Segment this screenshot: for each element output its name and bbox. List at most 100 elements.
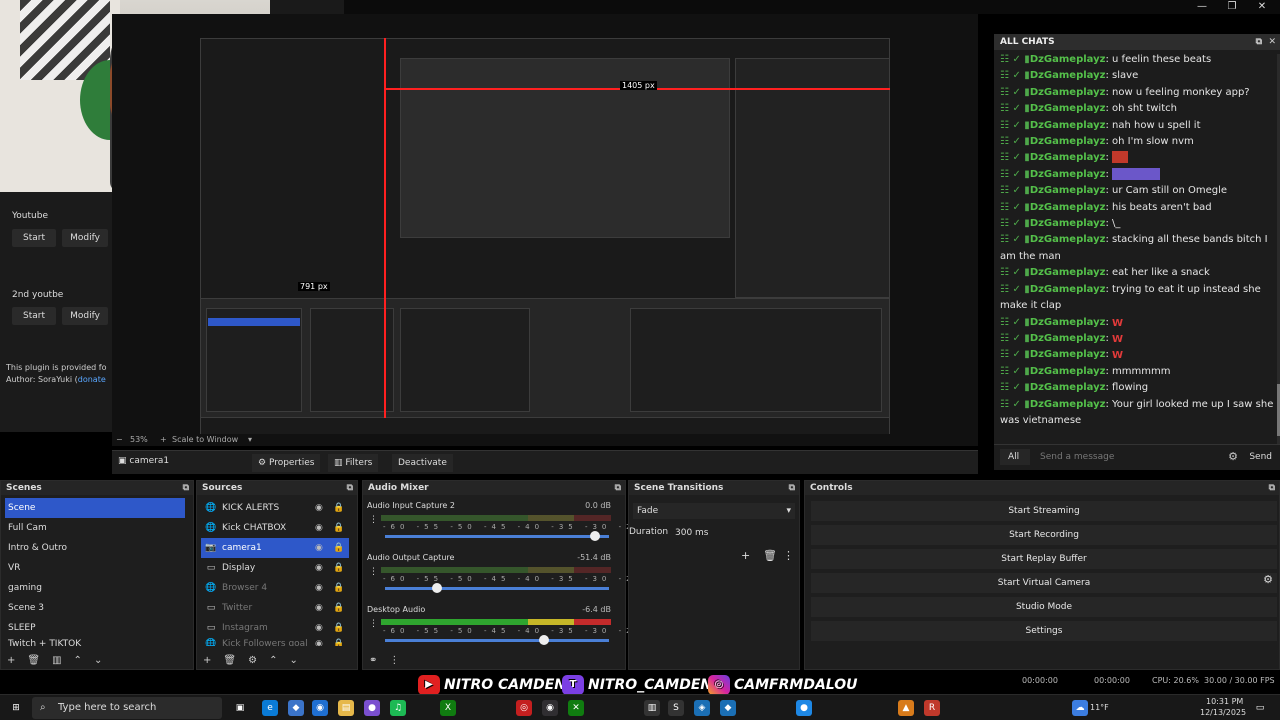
spotify-icon[interactable]: ♫ [390, 700, 406, 716]
scene-item[interactable]: Full Cam [5, 518, 185, 538]
lock-icon[interactable]: 🔒 [333, 538, 344, 558]
source-item[interactable]: 🌐 Kick Followers goal ◉ 🔒 [201, 638, 349, 646]
app-icon[interactable]: ● [796, 700, 812, 716]
lock-icon[interactable]: 🔒 [333, 618, 344, 638]
chat-username[interactable]: DzGameplayz [1030, 87, 1106, 98]
scene-item[interactable]: SLEEP [5, 618, 185, 638]
xbox-icon[interactable]: X [440, 700, 456, 716]
chat-username[interactable]: DzGameplayz [1030, 284, 1106, 295]
chat-username[interactable]: DzGameplayz [1030, 218, 1106, 229]
chat-username[interactable]: DzGameplayz [1030, 54, 1106, 65]
chat-username[interactable]: DzGameplayz [1030, 70, 1106, 81]
scene-item[interactable]: Scene [5, 498, 185, 518]
app-icon[interactable]: ▲ [898, 700, 914, 716]
chat-username[interactable]: DzGameplayz [1030, 169, 1106, 180]
chat-username[interactable]: DzGameplayz [1030, 399, 1106, 410]
chat-username[interactable]: DzGameplayz [1030, 136, 1106, 147]
volume-slider-handle[interactable] [539, 635, 550, 645]
volume-slider[interactable] [385, 635, 609, 645]
source-item[interactable]: ▭ Instagram ◉ 🔒 [201, 618, 349, 638]
move-down-icon[interactable]: ⌄ [289, 655, 297, 666]
youtube-start-button[interactable]: Start [12, 229, 56, 247]
app-icon[interactable]: ◆ [288, 700, 304, 716]
app-icon[interactable]: R [924, 700, 940, 716]
chat-send-button[interactable]: Send [1249, 449, 1272, 465]
app-icon[interactable]: ● [364, 700, 380, 716]
lock-icon[interactable]: 🔒 [333, 578, 344, 598]
add-icon[interactable]: + [203, 655, 211, 666]
float-icon[interactable]: ⧉ [183, 481, 189, 495]
minimize-button[interactable]: — [1188, 0, 1216, 14]
scene-item[interactable]: Scene 3 [5, 598, 185, 618]
app-icon[interactable]: ◎ [516, 700, 532, 716]
more-icon[interactable]: ⋮ [369, 515, 378, 525]
move-down-icon[interactable]: ⌄ [94, 655, 102, 666]
lock-icon[interactable]: 🔒 [333, 518, 344, 538]
chat-settings-icon[interactable]: ⚙ [1228, 449, 1238, 465]
scene-item[interactable]: Intro & Outro [5, 538, 185, 558]
visibility-eye-icon[interactable]: ◉ [315, 538, 323, 558]
steam-icon[interactable]: S [668, 700, 684, 716]
obs-icon[interactable]: ◉ [542, 700, 558, 716]
scale-mode-dropdown-icon[interactable]: ▾ [248, 435, 252, 444]
add-icon[interactable]: + [741, 549, 750, 562]
more-icon[interactable]: ⋮ [369, 619, 378, 629]
donate-link[interactable]: donate [78, 375, 106, 384]
properties-button[interactable]: ⚙ Properties [252, 454, 321, 472]
lock-icon[interactable]: 🔒 [333, 638, 344, 646]
float-icon[interactable]: ⧉ [1269, 481, 1275, 495]
visibility-eye-icon[interactable]: ◉ [315, 598, 323, 618]
float-icon[interactable]: ⧉ [1256, 34, 1262, 50]
scene-item[interactable]: gaming [5, 578, 185, 598]
move-up-icon[interactable]: ⌃ [74, 655, 82, 666]
preview-canvas[interactable]: 1405 px 791 px [200, 38, 890, 442]
lock-icon[interactable]: 🔒 [333, 558, 344, 578]
control-button[interactable]: Start Virtual Camera [811, 573, 1277, 593]
scene-item[interactable]: Twitch + TIKTOK [5, 638, 185, 646]
second-youtube-modify-button[interactable]: Modify [62, 307, 108, 325]
app-icon[interactable]: ▥ [644, 700, 660, 716]
zoom-level[interactable]: 53% [130, 435, 148, 444]
source-item[interactable]: ▭ Twitter ◉ 🔒 [201, 598, 349, 618]
float-icon[interactable]: ⧉ [789, 481, 795, 495]
filter-icon[interactable]: ▥ [52, 655, 61, 666]
chat-username[interactable]: DzGameplayz [1030, 202, 1106, 213]
chat-username[interactable]: DzGameplayz [1030, 120, 1106, 131]
more-icon[interactable]: ⋮ [369, 567, 378, 577]
control-button[interactable]: Start Streaming [811, 501, 1277, 521]
visibility-eye-icon[interactable]: ◉ [315, 498, 323, 518]
scale-mode[interactable]: Scale to Window [172, 435, 238, 444]
xbox-app-icon[interactable]: ✕ [568, 700, 584, 716]
chat-username[interactable]: DzGameplayz [1030, 317, 1106, 328]
delete-icon[interactable]: 🗑 [27, 655, 40, 666]
gear-icon[interactable]: ⚙ [248, 655, 257, 666]
chat-username[interactable]: DzGameplayz [1030, 234, 1106, 245]
source-item[interactable]: 📷 camera1 ◉ 🔒 [201, 538, 349, 558]
source-item[interactable]: ▭ Display ◉ 🔒 [201, 558, 349, 578]
app-icon[interactable]: ◈ [694, 700, 710, 716]
control-button[interactable]: Studio Mode [811, 597, 1277, 617]
task-view-icon[interactable]: ▣ [232, 700, 248, 716]
app-icon[interactable]: ◆ [720, 700, 736, 716]
source-item[interactable]: 🌐 Browser 4 ◉ 🔒 [201, 578, 349, 598]
source-item[interactable]: 🌐 KICK ALERTS ◉ 🔒 [201, 498, 349, 518]
close-icon[interactable]: ✕ [1268, 34, 1276, 50]
taskbar-search[interactable]: ⌕ Type here to search [32, 697, 222, 719]
youtube-modify-button[interactable]: Modify [62, 229, 108, 247]
clock-date[interactable]: 12/13/2025 [1200, 707, 1246, 719]
lock-icon[interactable]: 🔒 [333, 498, 344, 518]
deactivate-button[interactable]: Deactivate [392, 454, 453, 472]
filters-button[interactable]: ▥ Filters [328, 454, 379, 472]
delete-icon[interactable]: 🗑 [763, 549, 777, 562]
volume-slider[interactable] [385, 583, 609, 593]
lock-icon[interactable]: 🔒 [333, 598, 344, 618]
app-icon[interactable]: ◉ [312, 700, 328, 716]
preview-area[interactable]: 1405 px 791 px [112, 14, 978, 442]
chat-username[interactable]: DzGameplayz [1030, 152, 1106, 163]
transition-type-select[interactable]: Fade ▾ [633, 503, 795, 519]
float-icon[interactable]: ⧉ [347, 481, 353, 495]
scene-item[interactable]: VR [5, 558, 185, 578]
volume-slider[interactable] [385, 531, 609, 541]
windows-start-icon[interactable]: ⊞ [8, 700, 24, 716]
float-icon[interactable]: ⧉ [615, 481, 621, 495]
